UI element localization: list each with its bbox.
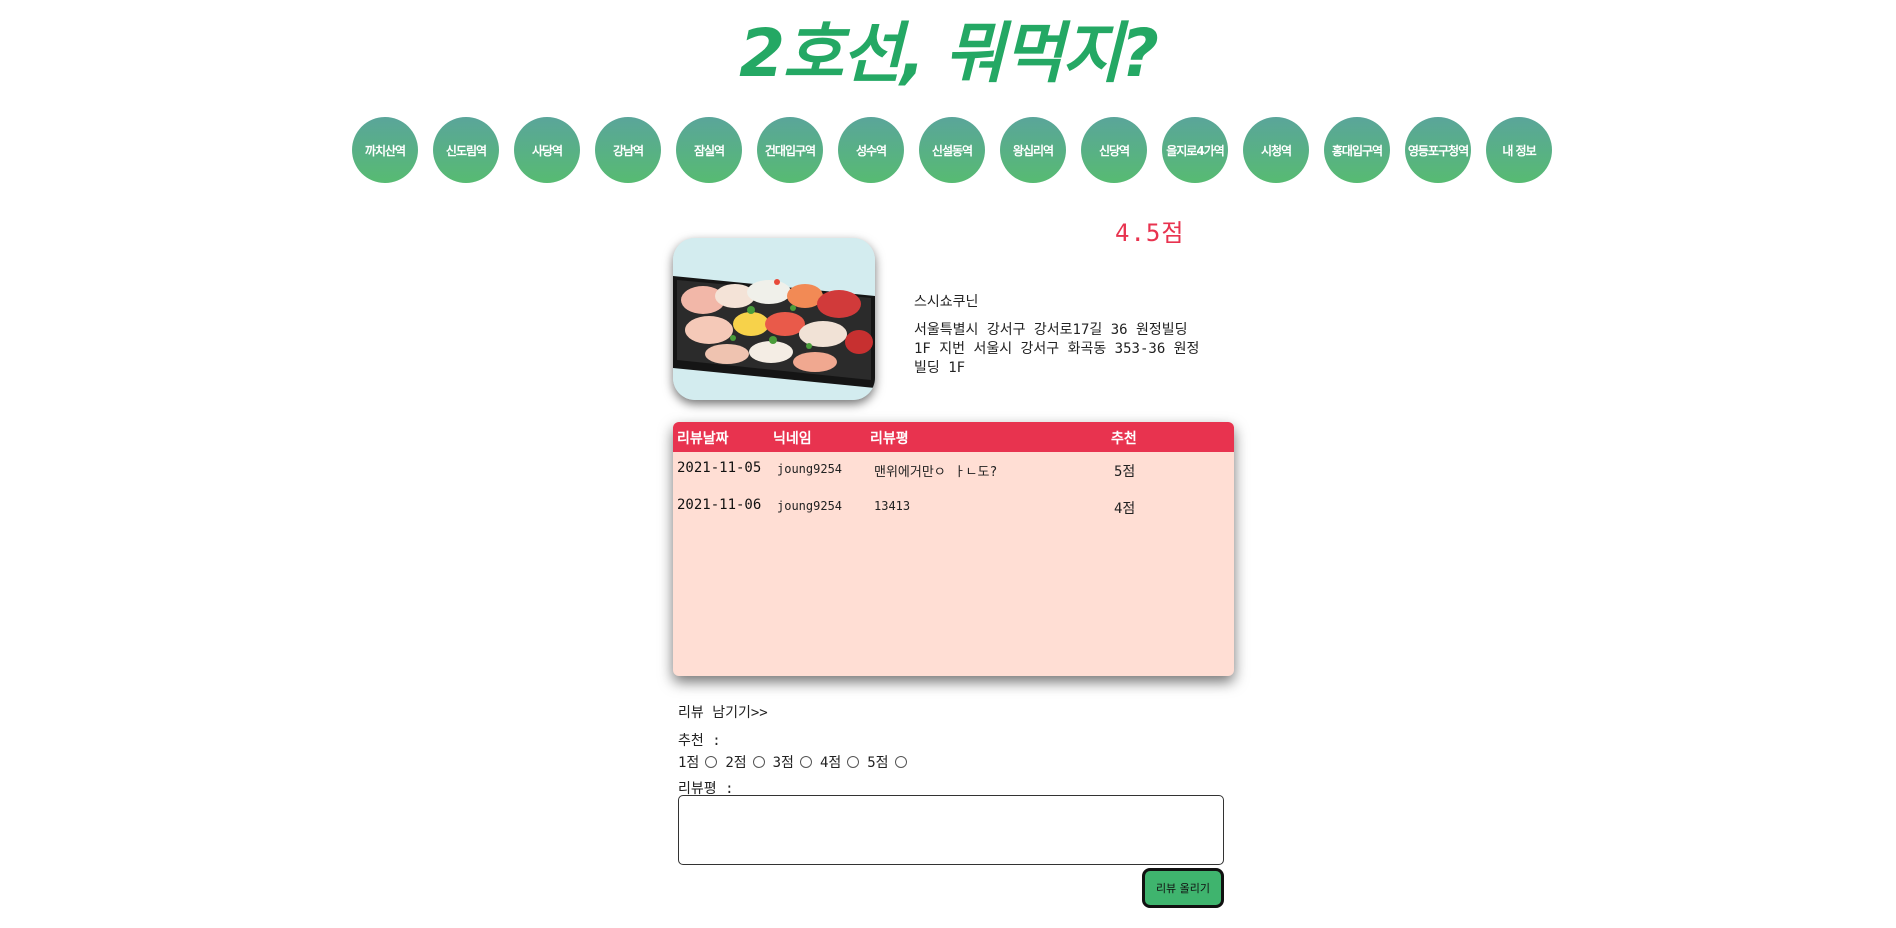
header-rating: 추천: [1111, 431, 1137, 447]
rating-radio-5[interactable]: [894, 756, 907, 768]
nav-station-sindang[interactable]: 신당역: [1081, 117, 1147, 183]
header-date: 리뷰날짜: [677, 431, 729, 447]
review-date: 2021-11-06: [677, 497, 762, 513]
review-table: 리뷰날짜 닉네임 리뷰평 추천 2021-11-05 joung9254 맨위에…: [673, 422, 1234, 676]
nav-station-sinseoldong[interactable]: 신설동역: [919, 117, 985, 183]
review-form: 리뷰 남기기>> 추천 : 1점 2점 3점 4점 5점 리뷰평 :: [678, 702, 1238, 798]
rating-option-label: 1점: [678, 755, 700, 771]
review-form-title: 리뷰 남기기>>: [678, 705, 768, 721]
rating-option-label: 5점: [867, 755, 889, 771]
restaurant-info: 스시쇼쿠닌 서울특별시 강서구 강서로17길 36 원정빌딩 1F 지번 서울시…: [914, 291, 1204, 378]
header-nickname: 닉네임: [773, 431, 812, 447]
rating-options: 1점 2점 3점 4점 5점: [678, 752, 1238, 772]
review-textarea[interactable]: [678, 795, 1224, 865]
review-text: 13413: [874, 499, 911, 513]
restaurant-score: 4.5점: [1115, 219, 1185, 247]
review-text: 맨위에거만ㅇ ㅏㄴ도?: [874, 465, 998, 480]
sushi-photo-icon: [673, 238, 875, 400]
header-review: 리뷰평: [870, 431, 909, 447]
rating-option-label: 3점: [772, 755, 794, 771]
rating-option-label: 2점: [725, 755, 747, 771]
rating-radio-3[interactable]: [799, 756, 812, 768]
restaurant-address: 서울특별시 강서구 강서로17길 36 원정빌딩 1F 지번 서울시 강서구 화…: [914, 322, 1200, 376]
restaurant-name: 스시쇼쿠닌: [914, 294, 979, 310]
nav-station-yeongdeungpo[interactable]: 영등포구청역: [1405, 117, 1471, 183]
nav-station-wangsimni[interactable]: 왕십리역: [1000, 117, 1066, 183]
review-row: 2021-11-05 joung9254 맨위에거만ㅇ ㅏㄴ도? 5점: [673, 460, 1234, 490]
rating-radio-4[interactable]: [847, 756, 860, 768]
nav-station-sindorim[interactable]: 신도림역: [433, 117, 499, 183]
review-nickname: joung9254: [777, 499, 843, 513]
nav-station-seongsu[interactable]: 성수역: [838, 117, 904, 183]
nav-station-euljiro4ga[interactable]: 을지로4가역: [1162, 117, 1228, 183]
review-row: 2021-11-06 joung9254 13413 4점: [673, 497, 1234, 527]
submit-review-button[interactable]: 리뷰 올리기: [1142, 868, 1224, 908]
review-rating: 4점: [1114, 501, 1136, 517]
review-nickname: joung9254: [777, 462, 843, 476]
restaurant-photo: [673, 238, 875, 400]
site-logo[interactable]: 2호선, 뭐먹지?: [0, 14, 1896, 94]
review-table-header: 리뷰날짜 닉네임 리뷰평 추천: [673, 422, 1234, 452]
review-rating: 5점: [1114, 464, 1136, 480]
rating-radio-2[interactable]: [752, 756, 765, 768]
review-date: 2021-11-05: [677, 460, 762, 476]
nav-station-gangnam[interactable]: 강남역: [595, 117, 661, 183]
nav-station-jamsil[interactable]: 잠실역: [676, 117, 742, 183]
nav-my-info[interactable]: 내 정보: [1486, 117, 1552, 183]
nav-station-sadang[interactable]: 사당역: [514, 117, 580, 183]
nav-station-kkachisan[interactable]: 까치산역: [352, 117, 418, 183]
rating-option-label: 4점: [819, 755, 842, 771]
nav-station-konkuk[interactable]: 건대입구역: [757, 117, 823, 183]
rating-radio-1[interactable]: [705, 756, 718, 768]
nav-station-cityhall[interactable]: 시청역: [1243, 117, 1309, 183]
rating-label: 추천 :: [678, 733, 721, 749]
nav-station-hongdae[interactable]: 홍대입구역: [1324, 117, 1390, 183]
